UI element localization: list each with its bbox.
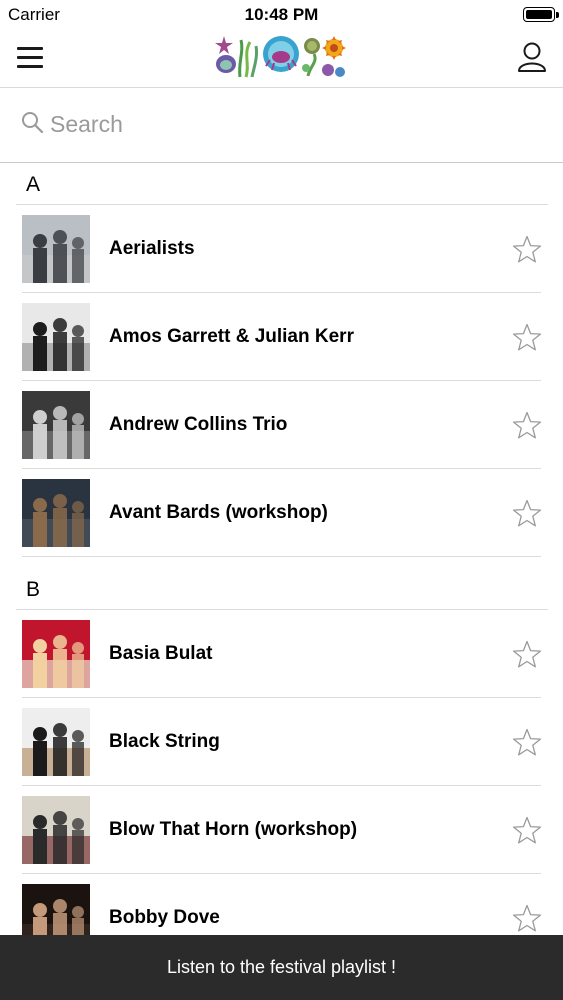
artist-name: Aerialists [109,238,195,259]
artist-name: Amos Garrett & Julian Kerr [109,326,354,347]
status-time: 10:48 PM [244,5,319,24]
section-letter: A [26,173,41,196]
artist-row[interactable]: Avant Bards (workshop) [0,469,563,557]
artist-name: Black String [109,731,220,752]
status-bar: Carrier 10:48 PM [0,0,563,30]
artist-photo [22,708,90,776]
festival-logo-icon [215,36,346,78]
artist-name: Andrew Collins Trio [109,414,288,435]
star-outline-icon[interactable] [512,816,542,845]
artist-photo [22,215,90,283]
artist-photo [22,479,90,547]
artist-row[interactable]: Basia Bulat [0,610,563,698]
battery-icon [523,7,559,22]
star-outline-icon[interactable] [512,235,542,264]
artist-photo [22,620,90,688]
artist-name: Basia Bulat [109,643,213,664]
search-input[interactable] [50,106,530,142]
row-divider [22,556,541,557]
user-profile-icon[interactable] [517,41,547,73]
artist-row[interactable]: Andrew Collins Trio [0,381,563,469]
search-icon [22,112,44,134]
artist-name: Blow That Horn (workshop) [109,819,358,840]
star-outline-icon[interactable] [512,323,542,352]
star-outline-icon[interactable] [512,640,542,669]
hamburger-menu-icon[interactable] [17,47,43,69]
artist-row[interactable]: Blow That Horn (workshop) [0,786,563,874]
artist-row[interactable]: Black String [0,698,563,786]
artist-photo [22,391,90,459]
star-outline-icon[interactable] [512,499,542,528]
artist-row[interactable]: Aerialists [0,205,563,293]
artist-row[interactable]: Amos Garrett & Julian Kerr [0,293,563,381]
star-outline-icon[interactable] [512,904,542,933]
playlist-banner-label: Listen to the festival playlist ! [166,957,397,977]
section-header: A [16,164,548,205]
playlist-banner[interactable]: Listen to the festival playlist ! [0,935,563,1000]
nav-bar [0,30,563,88]
section-header: B [16,569,548,610]
search-bar [0,88,563,163]
artist-list: A Aerialists Amos Garrett & Julian Kerr And… [0,164,563,962]
section-letter: B [26,578,41,601]
artist-photo [22,796,90,864]
star-outline-icon[interactable] [512,411,542,440]
star-outline-icon[interactable] [512,728,542,757]
artist-name: Bobby Dove [109,907,220,928]
artist-name: Avant Bards (workshop) [109,502,328,523]
artist-photo [22,303,90,371]
